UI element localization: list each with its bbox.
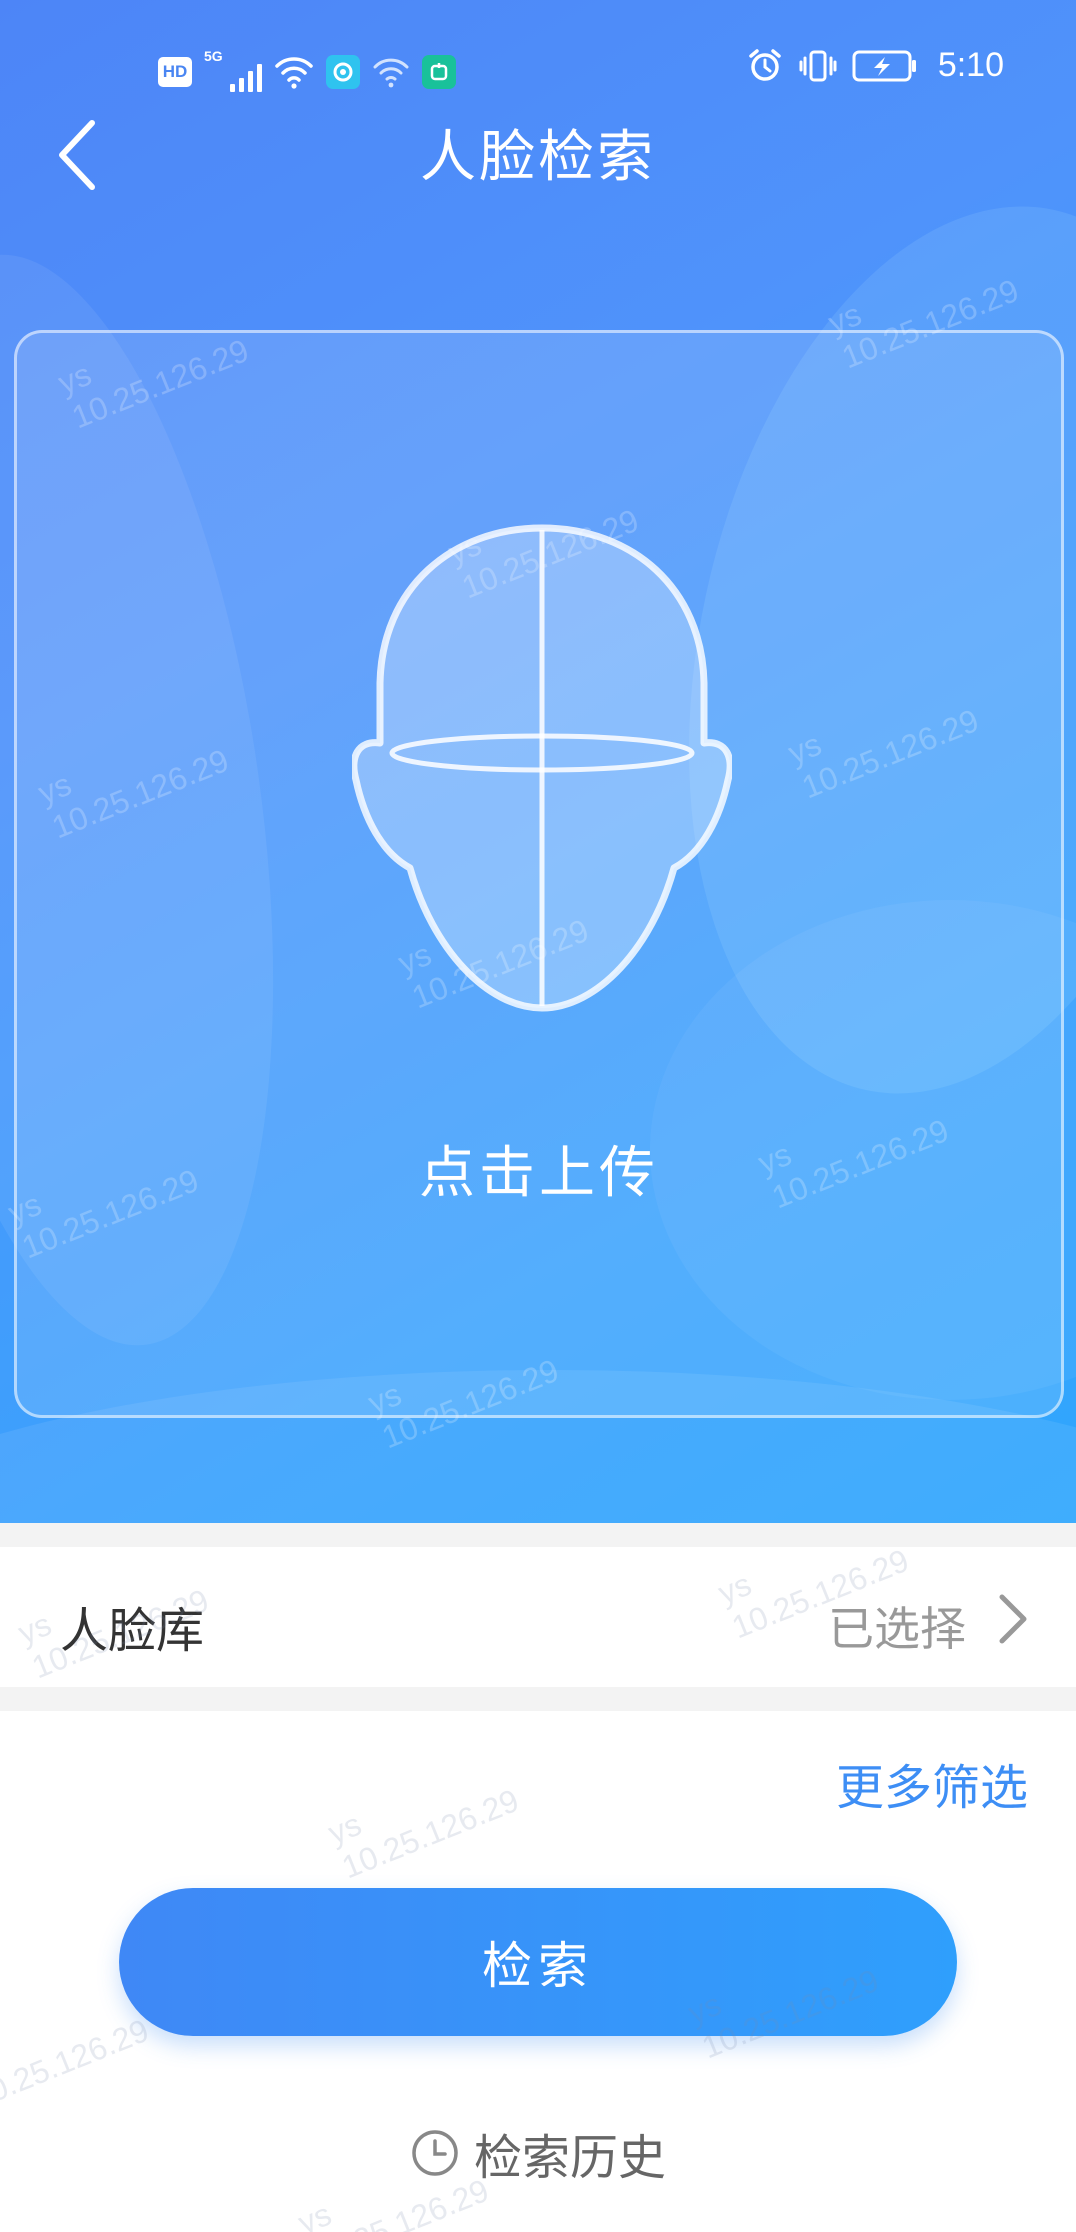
status-bar: HD 5G 5:10 bbox=[0, 40, 1076, 102]
search-history-link[interactable]: 检索历史 bbox=[0, 2118, 1076, 2188]
mi-home-icon bbox=[422, 55, 456, 89]
hero-section: HD 5G 5:10 人脸检索 点击上传 ys 10.25.126.29 ys … bbox=[0, 0, 1076, 1523]
page-title: 人脸检索 bbox=[420, 125, 656, 190]
face-library-value: 已选择 bbox=[828, 1602, 966, 1656]
search-button[interactable]: 检索 bbox=[119, 1888, 957, 2036]
chevron-right-icon bbox=[999, 1594, 1027, 1644]
face-library-label: 人脸库 bbox=[60, 1603, 205, 1659]
status-right-icons: 5:10 bbox=[746, 46, 1004, 85]
app-notification-icon bbox=[326, 55, 360, 89]
battery-charging-icon bbox=[852, 50, 916, 81]
status-left-icons: HD 5G bbox=[158, 48, 456, 92]
section-divider bbox=[0, 1523, 1076, 1547]
wifi-icon bbox=[275, 57, 313, 89]
clock-icon bbox=[412, 2130, 458, 2176]
status-time: 5:10 bbox=[937, 46, 1004, 84]
cellular-signal-icon: 5G bbox=[204, 48, 262, 92]
vibrate-icon bbox=[799, 50, 837, 81]
network-type-label: 5G bbox=[204, 48, 223, 64]
wifi-hotspot-icon bbox=[373, 58, 409, 88]
upload-area[interactable]: 点击上传 bbox=[14, 330, 1064, 1418]
upload-label: 点击上传 bbox=[419, 1141, 659, 1206]
face-outline-icon bbox=[352, 524, 732, 1012]
search-history-label: 检索历史 bbox=[473, 2130, 666, 2186]
alarm-icon bbox=[749, 48, 781, 81]
hd-icon: HD bbox=[158, 57, 192, 87]
face-library-row[interactable]: 人脸库 已选择 bbox=[0, 1547, 1076, 1687]
section-divider bbox=[0, 1687, 1076, 1711]
more-filters-link[interactable]: 更多筛选 bbox=[836, 1748, 1028, 1818]
watermark: ys10.25.126.29 bbox=[323, 1781, 524, 1886]
